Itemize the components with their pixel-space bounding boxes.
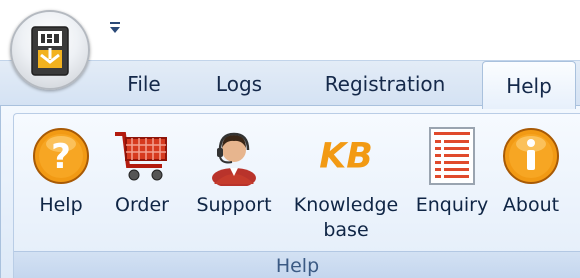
tab-help-label: Help [506,73,552,98]
ribbon-panel: ? Help Order Support KB Knowledge base E… [0,105,580,278]
order-button[interactable]: Order [102,126,182,218]
help-button-label: Help [39,194,83,216]
knowledge-base-icon: KB [319,137,373,177]
help-question-icon: ? [33,128,89,184]
quick-access-customize-button[interactable] [108,20,122,36]
enquiry-button[interactable]: Enquiry [410,126,494,218]
tab-logs[interactable]: Logs [206,61,272,107]
support-button-label: Support [196,194,272,216]
about-button[interactable]: About [498,126,564,218]
ribbon-group-label: Help [14,251,580,278]
about-button-label: About [502,194,560,216]
application-window: File Logs Registration Help ? Help Order… [0,0,580,278]
application-logo-icon [31,26,69,76]
svg-text:?: ? [51,137,71,177]
shopping-cart-icon [115,132,167,181]
enquiry-button-label: Enquiry [415,194,489,216]
knowledge-base-label-line2: base [323,219,369,241]
enquiry-document-icon [429,127,475,185]
application-menu-button[interactable] [10,10,90,90]
ribbon-group-help: ? Help Order Support KB Knowledge base E… [13,113,580,278]
support-agent-icon [212,132,256,186]
help-button[interactable]: ? Help [28,126,94,218]
customize-quick-access-toolbar-arrow-icon [110,22,120,33]
tab-registration-label: Registration [324,72,446,96]
tab-logs-label: Logs [215,72,263,96]
tab-file[interactable]: File [118,61,170,107]
knowledge-base-logo-text: KB [319,137,373,177]
tab-help[interactable]: Help [482,61,576,109]
support-button[interactable]: Support [190,126,278,218]
order-button-label: Order [115,194,169,216]
info-icon [503,128,559,184]
tab-file-label: File [127,72,161,96]
knowledge-base-label-line1: Knowledge [293,194,399,216]
knowledge-base-button[interactable]: KB Knowledge base [286,126,406,243]
knowledge-base-button-label: Knowledge base [294,193,398,243]
tab-registration[interactable]: Registration [310,61,460,107]
ribbon-tab-strip: File Logs Registration Help [0,60,580,109]
